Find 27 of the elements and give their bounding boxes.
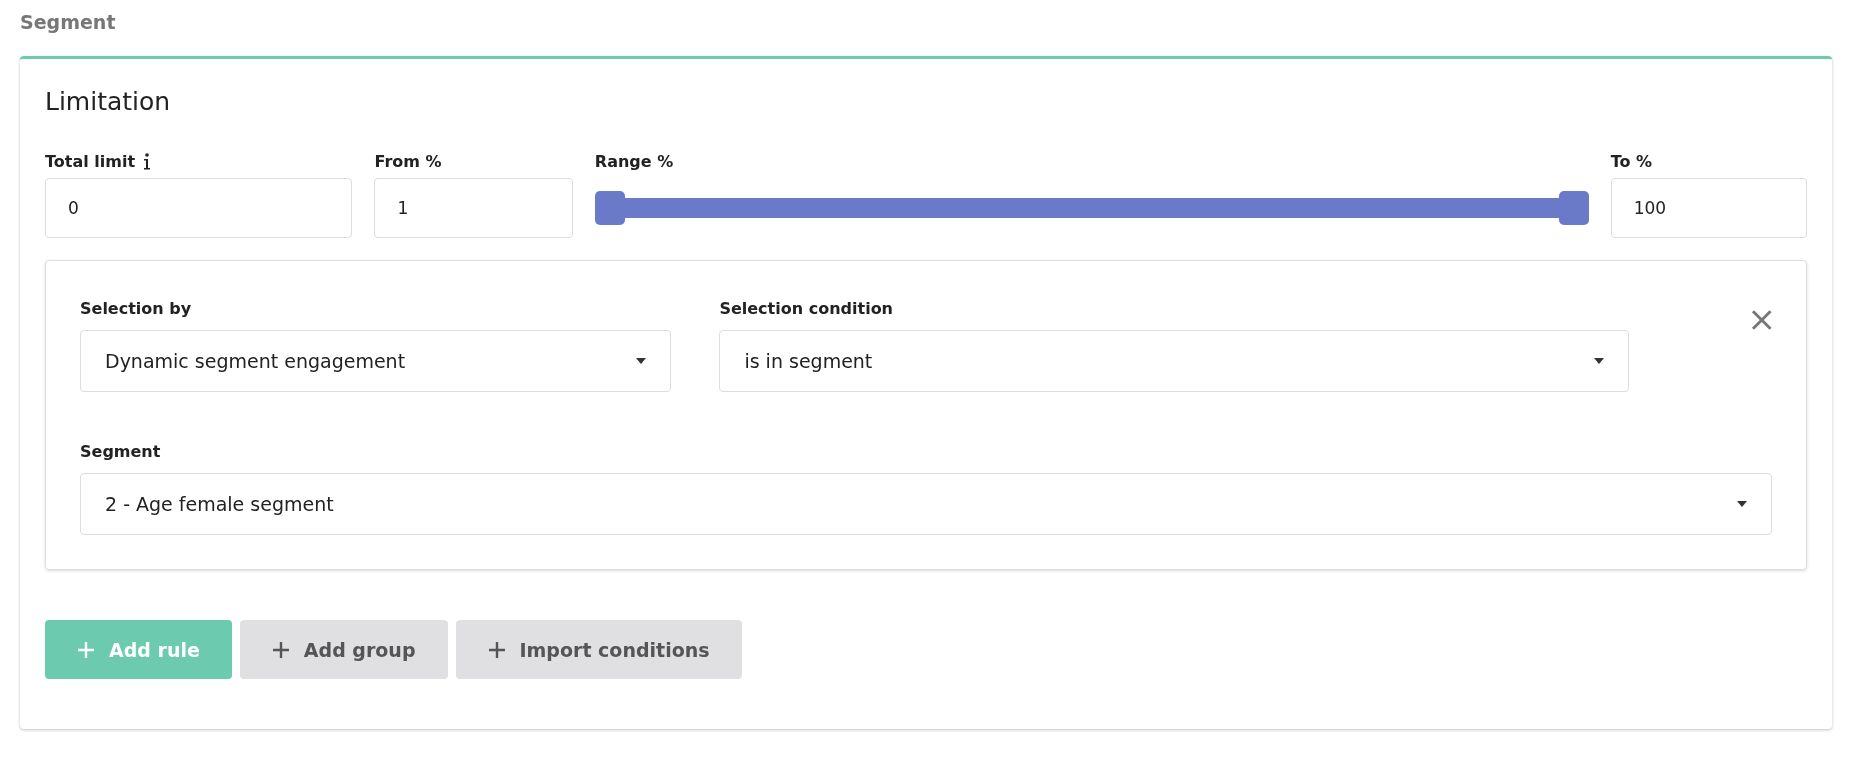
plus-icon (487, 640, 506, 659)
add-button[interactable]: Import conditions (455, 620, 742, 679)
caret-icon (1737, 501, 1747, 507)
field-label: From % (374, 151, 442, 171)
to-percent-field[interactable]: 100 (1610, 178, 1807, 238)
card-title: Limitation (45, 87, 172, 116)
field-label: Total limit (45, 151, 136, 171)
add-button[interactable]: Add group (239, 620, 448, 679)
plus-icon (77, 640, 95, 659)
total-limit-field[interactable]: 0 (45, 178, 353, 238)
close-icon[interactable] (1750, 309, 1772, 331)
selection-condition-dropdown[interactable]: is in segment (719, 330, 1629, 392)
section-title: Segment (20, 10, 117, 35)
from-percent-field[interactable]: 1 (374, 178, 573, 238)
segment-dropdown[interactable]: 2 - Age female segment (80, 473, 1772, 535)
caret-icon (636, 358, 647, 364)
field-label: Range % (594, 151, 674, 171)
slider-handle[interactable] (1558, 191, 1589, 225)
selection-by-dropdown[interactable]: Dynamic segment engagement (80, 330, 672, 392)
plus-icon (271, 640, 290, 659)
field-label: To % (1610, 151, 1652, 171)
field-label: Selection condition (719, 299, 894, 318)
slider-handle[interactable] (594, 191, 625, 225)
field-label: Segment (80, 442, 162, 461)
caret-icon (1593, 358, 1604, 364)
field-label: Selection by (80, 299, 193, 318)
info-icon[interactable] (143, 152, 152, 170)
